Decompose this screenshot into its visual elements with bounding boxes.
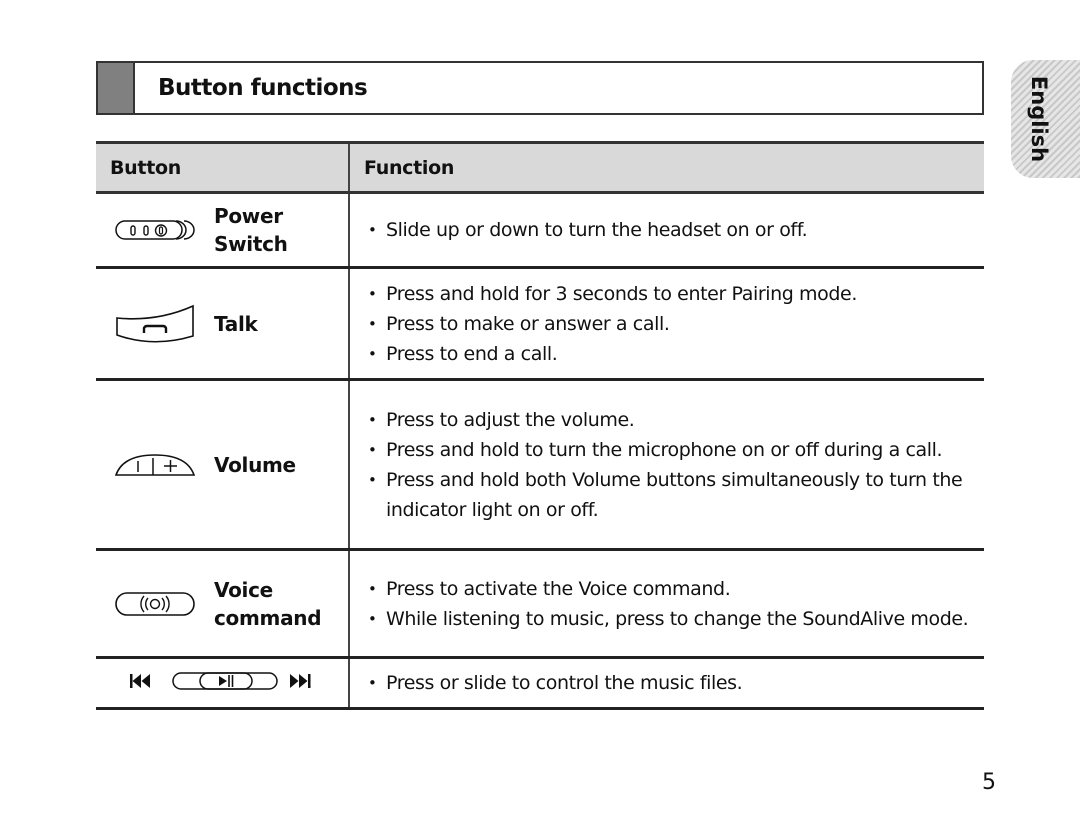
- header-button: Button: [96, 142, 350, 193]
- volume-button-icon: [96, 451, 214, 479]
- function-item: Press and hold for 3 seconds to enter Pa…: [362, 279, 970, 309]
- previous-track-icon: [130, 673, 150, 688]
- language-tab: English: [1011, 60, 1080, 178]
- function-item: Press and hold both Volume buttons simul…: [362, 465, 970, 525]
- page-number: 5: [982, 770, 996, 795]
- button-cell: Voice command: [96, 576, 348, 632]
- table-row: Power Switch Slide up or down to turn th…: [96, 192, 984, 268]
- next-track-icon: [290, 673, 311, 688]
- function-list: Slide up or down to turn the headset on …: [362, 215, 970, 245]
- section-title: Button functions: [158, 75, 368, 101]
- table-row: Talk Press and hold for 3 seconds to ent…: [96, 267, 984, 380]
- function-item: Press to adjust the volume.: [362, 405, 970, 435]
- function-item: Press to make or answer a call.: [362, 309, 970, 339]
- button-name-line: Power: [214, 204, 283, 228]
- music-control-icon: [127, 669, 317, 698]
- button-name-line: Talk: [214, 311, 258, 336]
- header-function: Function: [349, 142, 984, 193]
- button-cell: Power Switch: [96, 202, 348, 258]
- function-item: Press or slide to control the music file…: [362, 668, 970, 698]
- talk-button-icon: [96, 300, 214, 348]
- function-list: Press or slide to control the music file…: [362, 668, 970, 698]
- function-item: Press to activate the Voice command.: [362, 574, 970, 604]
- button-name-line: command: [214, 605, 322, 630]
- button-functions-table: Button Function Power Switch • Slide up …: [96, 141, 984, 710]
- voice-command-icon: [96, 590, 214, 618]
- button-cell: Volume: [96, 451, 348, 479]
- language-tab-label: English: [1026, 75, 1051, 163]
- button-name-line: Switch: [214, 232, 288, 256]
- function-item: Press to end a call.: [362, 339, 970, 369]
- power-switch-icon: [96, 218, 214, 242]
- section-header: Button functions: [96, 61, 984, 115]
- function-list: Press to adjust the volume. Press and ho…: [362, 405, 970, 525]
- button-name-line: Volume: [214, 452, 296, 477]
- function-item: Slide up or down to turn the headset on …: [362, 215, 970, 245]
- button-cell: Talk: [96, 300, 348, 348]
- button-cell: [96, 669, 348, 698]
- table-header-row: Button Function: [96, 142, 984, 193]
- function-item: While listening to music, press to chang…: [362, 604, 970, 634]
- function-item: Press and hold to turn the microphone on…: [362, 435, 970, 465]
- function-list: Press and hold for 3 seconds to enter Pa…: [362, 279, 970, 369]
- table-row: Volume Press to adjust the volume. Press…: [96, 379, 984, 550]
- button-name-line: Voice: [214, 577, 273, 602]
- function-list: Press to activate the Voice command. Whi…: [362, 574, 970, 634]
- section-header-bar: [98, 63, 135, 113]
- table-row: Press or slide to control the music file…: [96, 657, 984, 709]
- table-row: Voice command Press to activate the Voic…: [96, 549, 984, 658]
